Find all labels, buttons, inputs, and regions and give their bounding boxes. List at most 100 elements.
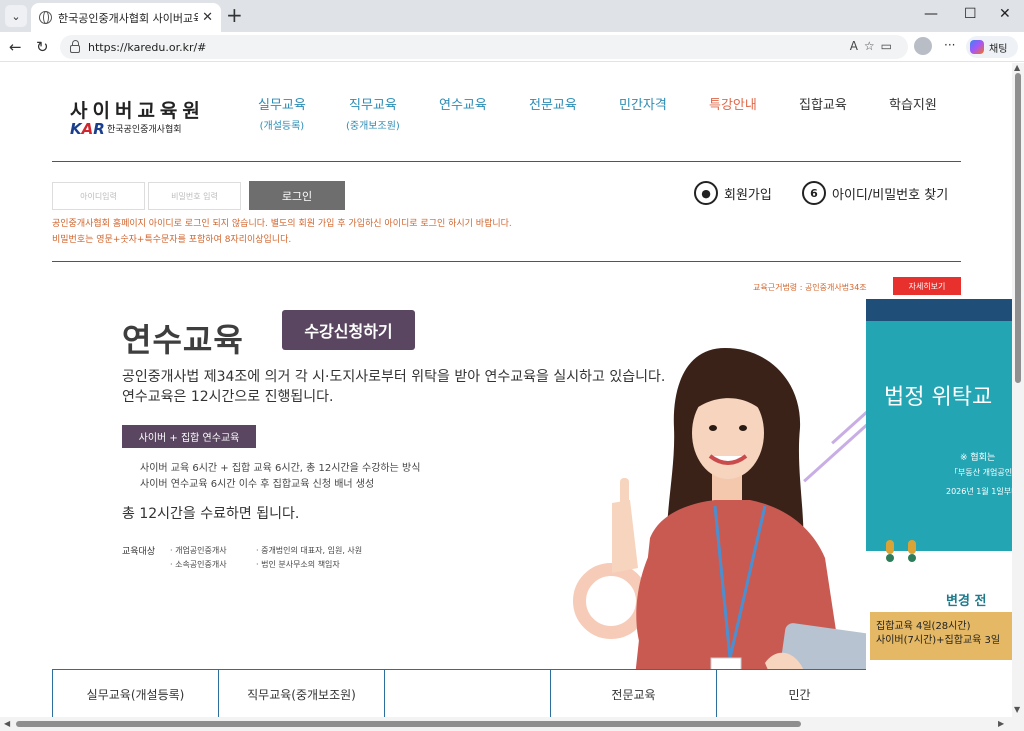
id-input[interactable]: 아이디입력 [52,182,145,210]
gnb-label: 실무교육 [258,98,306,113]
apply-button[interactable]: 수강신청하기 [282,310,415,350]
tab-practice-education[interactable]: 실무교육(개설등록) [52,670,218,717]
close-window-button[interactable]: ✕ [999,6,1011,22]
cyber-group-badge: 사이버 + 집합 연수교육 [122,425,256,448]
gnb-label: 전문교육 [529,98,577,113]
tab-private-certificate[interactable]: 민간 [716,670,882,717]
gnb-training-education[interactable]: 연수교육 [439,94,487,113]
gnb-label: 특강안내 [709,98,757,113]
url-action-icons[interactable]: A☆▭ [850,39,898,53]
minimize-button[interactable]: — [924,6,938,22]
hero-title: 연수교육 [122,321,244,359]
horizontal-scrollbar[interactable]: ◀ ▶ [0,717,1024,731]
vertical-scrollbar[interactable]: ▲ ▼ [1012,63,1024,717]
vertical-scroll-thumb[interactable] [1015,73,1021,383]
globe-icon [39,11,52,24]
chat-button[interactable]: 채팅 [966,36,1018,58]
scroll-down-icon[interactable]: ▼ [1014,705,1020,714]
new-tab-button[interactable]: + [226,5,243,25]
web-page: 사이버교육원 KAR 한국공인중개사협회 실무교육 (개설등록) 직무교육 (중… [0,63,1012,717]
gnb-label: 연수교육 [439,98,487,113]
login-button[interactable]: 로그인 [249,181,345,210]
key-circle-icon: 6 [802,181,826,205]
password-input[interactable]: 비밀번호 입력 [148,182,241,210]
popup-note: 「부동산 개업공인 [950,468,1012,477]
join-link[interactable]: ● 회원가입 [694,181,772,205]
scroll-right-icon[interactable]: ▶ [998,719,1004,728]
more-menu-icon[interactable]: ··· [944,38,955,52]
gnb-special-lecture[interactable]: 특강안내 [709,94,757,113]
law-detail-button[interactable]: 자세히보기 [893,277,961,295]
logo-letter-k: K [70,120,82,138]
gnb-sublabel: (중개보조원) [346,121,400,132]
tab-close-icon[interactable]: ✕ [202,10,213,25]
copilot-icon [970,40,984,54]
bullet-line-1: 사이버 교육 6시간 + 집합 교육 6시간, 총 12시간을 수강하는 방식 [140,463,421,474]
gnb-learning-support[interactable]: 학습지원 [889,94,937,113]
kar-logo-mark[interactable]: KAR [70,120,105,138]
hero-description-1: 공인중개사법 제34조에 의거 각 시·도지사로부터 위탁을 받아 연수교육을 … [122,369,666,385]
binder-ring-icon [908,540,916,562]
scroll-left-icon[interactable]: ◀ [4,719,10,728]
lock-icon [70,40,80,53]
tab-training-education[interactable]: 연수교육 [384,670,550,717]
tab-list-chevron-icon[interactable]: ⌄ [5,5,27,27]
notice-popup[interactable]: 법정 위탁교 ※ 협회는 「부동산 개업공인 2026년 1월 1일부터 0 변… [866,299,1012,717]
profile-avatar[interactable] [914,37,932,55]
law-basis-text: 교육근거법령 : 공인중개사법34조 [753,283,867,292]
popup-note: ※ 협회는 [960,453,996,463]
browser-tabbar: ⌄ 한국공인중개사협회 사이버교육원 ✕ + — ☐ ✕ [0,0,1024,32]
browser-tab[interactable]: 한국공인중개사협회 사이버교육원 ✕ [31,3,221,32]
hero-description-2: 연수교육은 12시간으로 진행됩니다. [122,389,334,405]
site-logo-title[interactable]: 사이버교육원 [70,96,205,123]
gnb-professional-education[interactable]: 전문교육 [529,94,577,113]
target-label: 교육대상 [122,547,156,557]
gnb-private-certificate[interactable]: 민간자격 [619,94,667,113]
tab-title: 한국공인중개사협회 사이버교육원 [58,11,199,25]
hero-woman-illustration [612,348,870,717]
url-text: https://karedu.or.kr/# [88,40,207,54]
bullet-line-2: 사이버 연수교육 6시간 이수 후 집합교육 신청 배너 생성 [140,479,375,490]
login-notice: 공인중개사협회 홈페이지 아이디로 로그인 되지 않습니다. 별도의 회원 가입… [52,219,512,229]
refresh-icon[interactable]: ↻ [36,38,49,56]
gnb-label: 직무교육 [348,98,397,113]
find-account-link[interactable]: 6 아이디/비밀번호 찾기 [802,181,948,205]
binder-ring-icon [886,540,894,562]
find-account-label: 아이디/비밀번호 찾기 [832,187,949,203]
popup-note: 2026년 1월 1일부터 0 [946,487,1012,496]
popup-before-box: 집합교육 4일(28시간) 사이버(7시간)+집합교육 3일 [870,612,1012,660]
popup-title: 법정 위탁교 [884,385,993,410]
popup-header [866,299,1012,321]
popup-box-line: 집합교육 4일(28시간) [876,621,971,632]
bottom-tab-bar: 실무교육(개설등록) 직무교육(중개보조원) 연수교육 전문교육 민간 [52,669,882,717]
password-notice: 비밀번호는 영문+숫자+특수문자를 포함하여 8자리이상입니다. [52,235,292,245]
join-label: 회원가입 [724,187,772,203]
horizontal-scroll-thumb[interactable] [16,721,801,727]
url-field[interactable]: https://karedu.or.kr/# A☆▭ [60,35,908,59]
gnb-practice-education[interactable]: 실무교육 (개설등록) [258,94,306,132]
tab-professional-education[interactable]: 전문교육 [550,670,716,717]
tab-job-education[interactable]: 직무교육(중개보조원) [218,670,384,717]
gnb-label: 민간자격 [619,98,667,113]
popup-box-line: 사이버(7시간)+집합교육 3일 [876,635,1001,646]
login-divider [52,261,961,262]
target-item: · 법인 분사무소의 책임자 [256,560,340,569]
user-circle-icon: ● [694,181,718,205]
gnb-group-education[interactable]: 집합교육 [799,94,847,113]
logo-letter-a: A [81,120,94,138]
maximize-button[interactable]: ☐ [964,6,977,22]
target-item: · 소속공인중개사 [170,560,227,569]
header-divider [52,161,961,162]
gnb-sublabel: (개설등록) [259,121,305,132]
target-item: · 개업공인중개사 [170,546,227,555]
popup-body [866,321,1012,551]
popup-before-label: 변경 전 [946,594,987,609]
scroll-up-icon[interactable]: ▲ [1014,63,1020,72]
gnb-job-education[interactable]: 직무교육 (중개보조원) [346,94,400,132]
gnb-label: 학습지원 [889,98,937,113]
back-icon[interactable]: ← [9,38,22,56]
target-item: · 중개법인의 대표자, 임원, 사원 [256,546,363,555]
total-hours-text: 총 12시간을 수료하면 됩니다. [122,506,300,522]
gnb-label: 집합교육 [799,98,847,113]
logo-org-name: 한국공인중개사협회 [107,125,182,135]
